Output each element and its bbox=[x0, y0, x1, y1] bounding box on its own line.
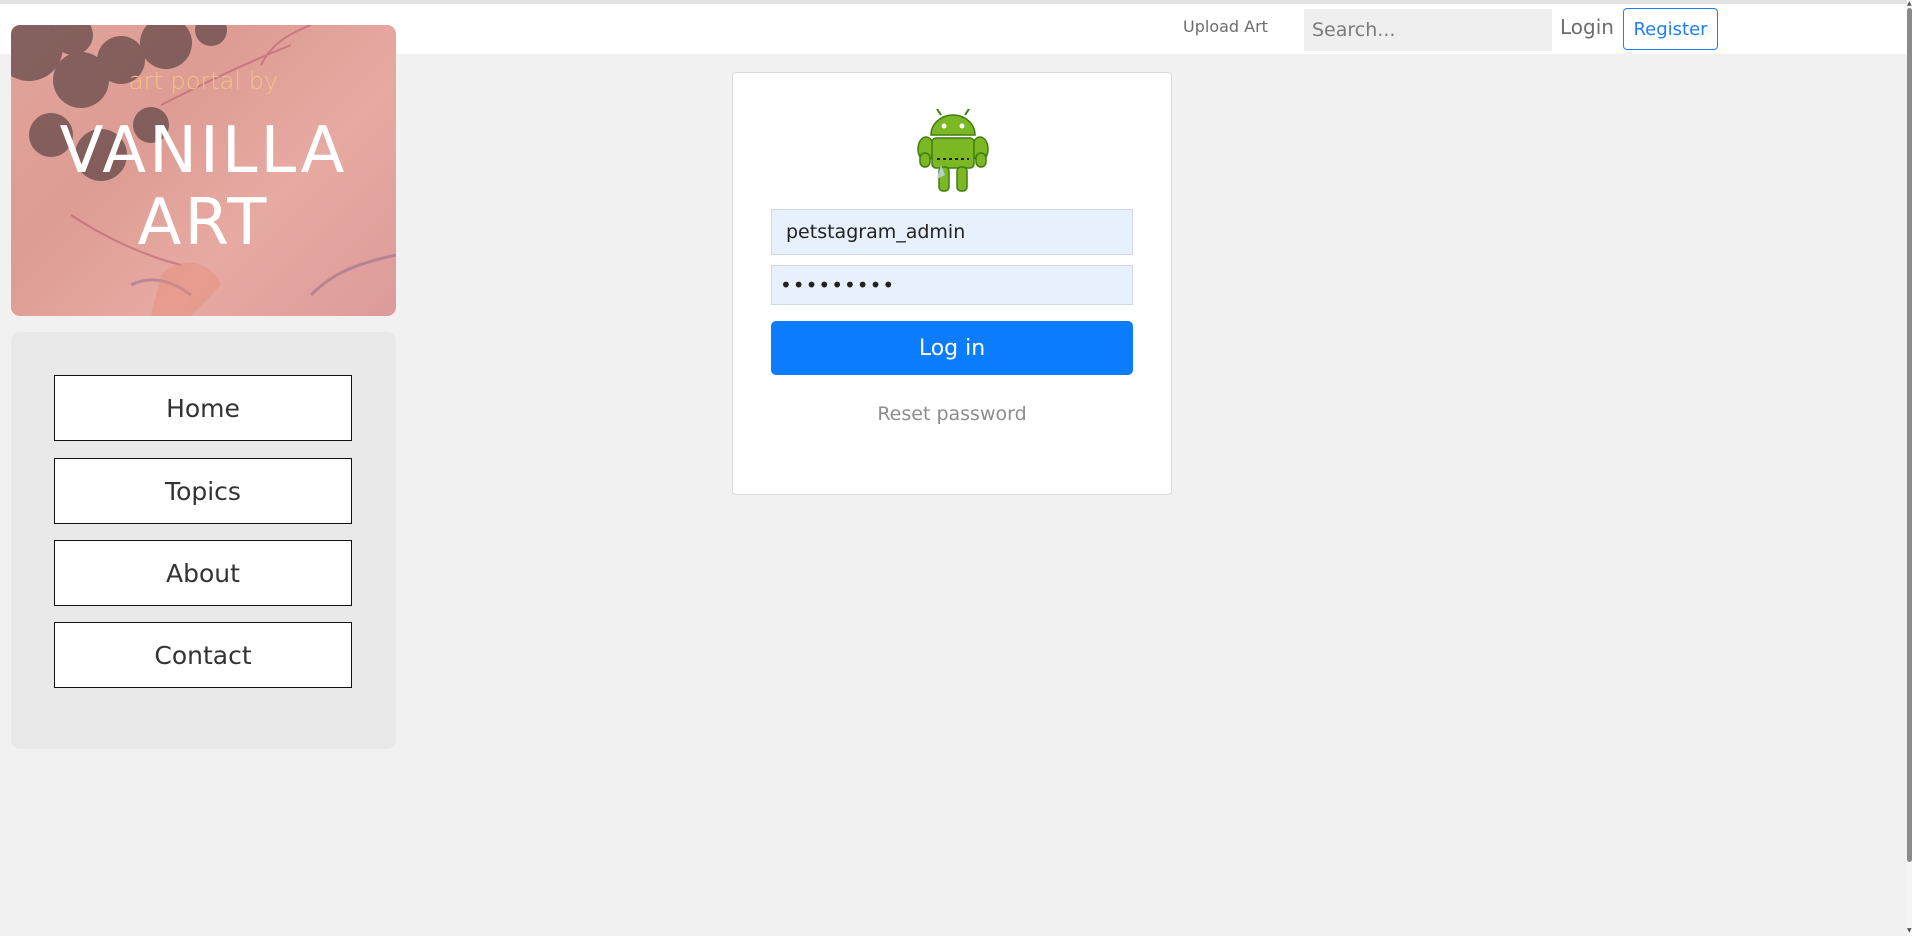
scrollbar-thumb[interactable] bbox=[1907, 8, 1912, 862]
sidebar-nav: Home Topics About Contact bbox=[11, 332, 396, 749]
brand-subtitle: art portal by bbox=[128, 67, 279, 95]
brand-title: VANILLA ART bbox=[11, 115, 396, 259]
sidebar-item-about[interactable]: About bbox=[54, 540, 352, 606]
page-scrollbar[interactable]: ▲ ▼ bbox=[1907, 0, 1912, 936]
upload-art-link[interactable]: Upload Art bbox=[1183, 17, 1268, 36]
brand-banner[interactable]: art portal by VANILLA ART bbox=[11, 25, 396, 316]
sidebar-item-contact[interactable]: Contact bbox=[54, 622, 352, 688]
search-input[interactable] bbox=[1304, 9, 1552, 51]
reset-password-link[interactable]: Reset password bbox=[733, 403, 1171, 425]
brand-title-line2: ART bbox=[137, 186, 270, 260]
android-robot-icon bbox=[915, 108, 991, 199]
sidebar-item-topics[interactable]: Topics bbox=[54, 458, 352, 524]
login-link[interactable]: Login bbox=[1560, 15, 1614, 39]
register-button[interactable]: Register bbox=[1623, 8, 1718, 50]
scroll-down-arrow-icon[interactable]: ▼ bbox=[1907, 928, 1912, 934]
login-card: Log in Reset password bbox=[732, 72, 1172, 495]
login-button[interactable]: Log in bbox=[771, 321, 1133, 375]
scroll-up-arrow-icon[interactable]: ▲ bbox=[1907, 1, 1912, 7]
brand-title-line1: VANILLA bbox=[59, 114, 348, 188]
password-field[interactable] bbox=[771, 265, 1133, 305]
sidebar-item-home[interactable]: Home bbox=[54, 375, 352, 441]
username-field[interactable] bbox=[771, 209, 1133, 255]
